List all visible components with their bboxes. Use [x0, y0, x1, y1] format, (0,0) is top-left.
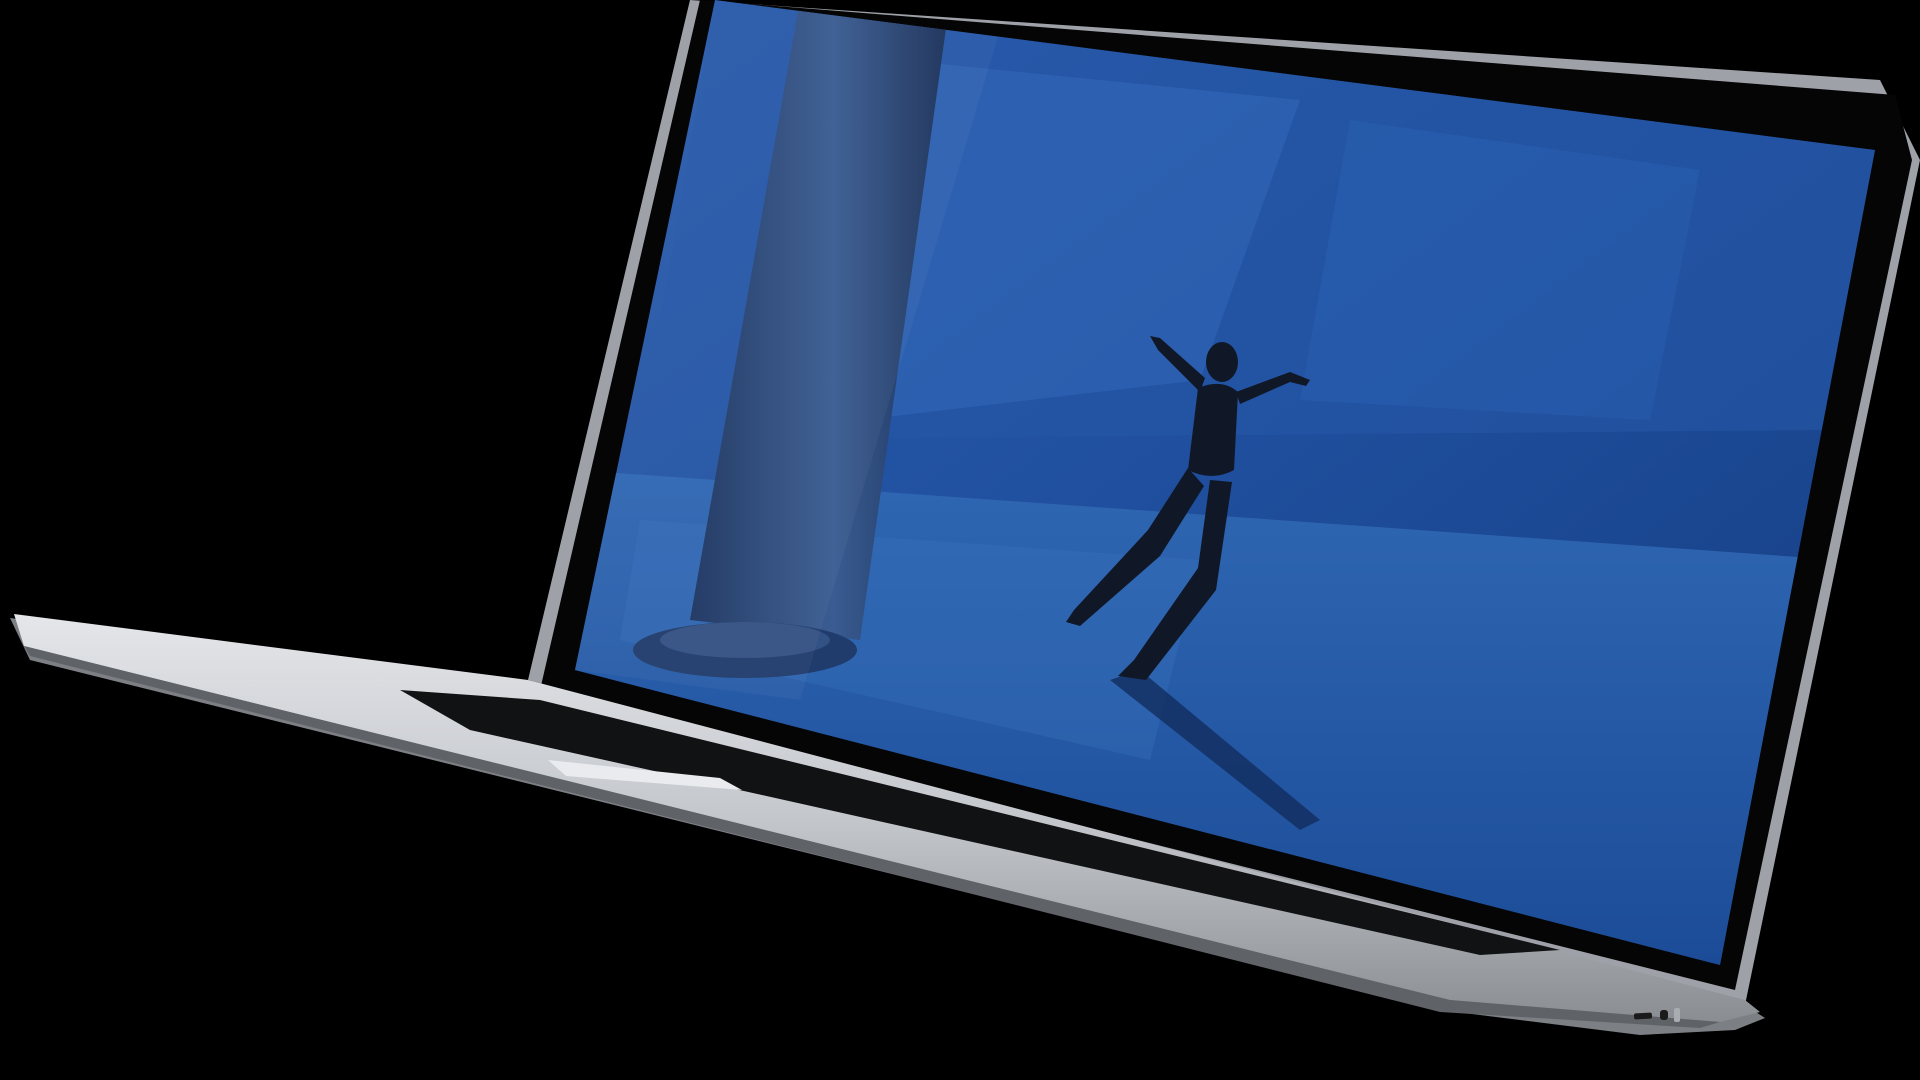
headphone-port-icon	[1660, 1010, 1668, 1020]
laptop-mockup-scene	[0, 0, 1920, 1080]
usb-port-icon	[1633, 1012, 1653, 1020]
laptop-illustration	[10, 0, 1920, 1035]
